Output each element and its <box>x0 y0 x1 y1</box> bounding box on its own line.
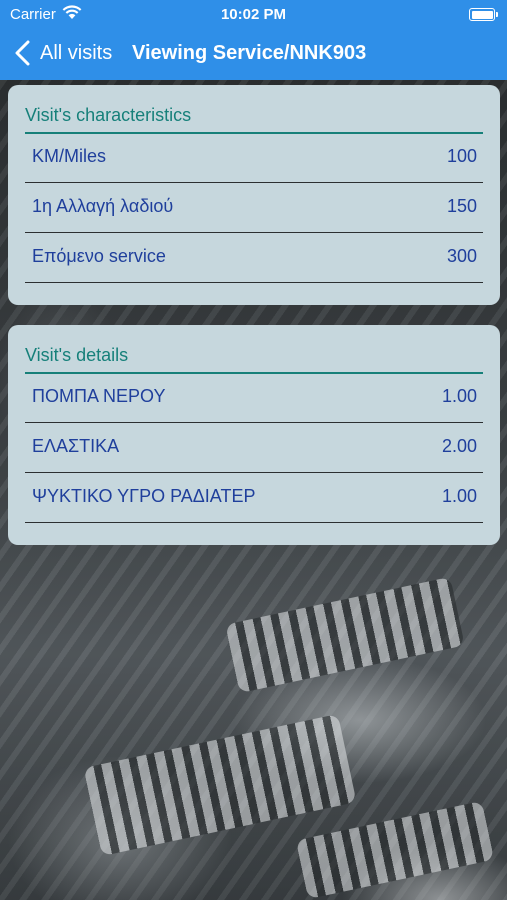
row-value: 150 <box>446 196 477 216</box>
background-gear <box>83 713 357 857</box>
page-title: Viewing Service/NNK903 <box>132 42 367 64</box>
row-label: 1η Αλλαγή λαδιού <box>32 196 174 216</box>
list-item: ΕΛΑΣΤΙΚΑ 2.00 <box>25 424 483 473</box>
details-card: Visit's details ΠΟΜΠΑ ΝΕΡΟΥ 1.00 ΕΛΑΣΤΙΚ… <box>8 325 500 545</box>
status-bar: Carrier 10:02 PM <box>0 0 507 28</box>
row-value: 300 <box>446 246 477 266</box>
characteristics-header: Visit's characteristics <box>25 105 192 125</box>
list-item: ΨΥΚΤΙΚΟ ΥΓΡΟ ΡΑΔΙΑΤΕΡ 1.00 <box>25 474 483 523</box>
chevron-left-icon <box>15 40 30 66</box>
battery-icon <box>469 8 498 21</box>
details-header: Visit's details <box>25 345 129 365</box>
row-value: 1.00 <box>441 486 477 506</box>
row-value: 2.00 <box>441 436 477 456</box>
back-label: All visits <box>40 41 113 64</box>
clock: 10:02 PM <box>220 6 287 23</box>
navigation-header: Carrier 10:02 PM All visits Viewing Serv… <box>0 0 507 80</box>
row-label: KM/Miles <box>32 146 107 166</box>
back-button[interactable]: All visits <box>12 38 112 68</box>
list-item: KM/Miles 100 <box>25 134 483 183</box>
background-gear <box>295 800 495 900</box>
list-item: Επόμενο service 300 <box>25 234 483 283</box>
list-item: ΠΟΜΠΑ ΝΕΡΟΥ 1.00 <box>25 374 483 423</box>
characteristics-card: Visit's characteristics KM/Miles 100 1η … <box>8 85 500 305</box>
row-value: 1.00 <box>441 386 477 406</box>
background-gear <box>225 576 465 694</box>
nav-bar: All visits Viewing Service/NNK903 <box>0 30 507 76</box>
row-label: ΠΟΜΠΑ ΝΕΡΟΥ <box>32 386 166 406</box>
list-item: 1η Αλλαγή λαδιού 150 <box>25 184 483 233</box>
row-label: ΕΛΑΣΤΙΚΑ <box>32 436 120 456</box>
row-label: Επόμενο service <box>32 246 166 266</box>
row-value: 100 <box>446 146 477 166</box>
row-label: ΨΥΚΤΙΚΟ ΥΓΡΟ ΡΑΔΙΑΤΕΡ <box>32 486 256 506</box>
